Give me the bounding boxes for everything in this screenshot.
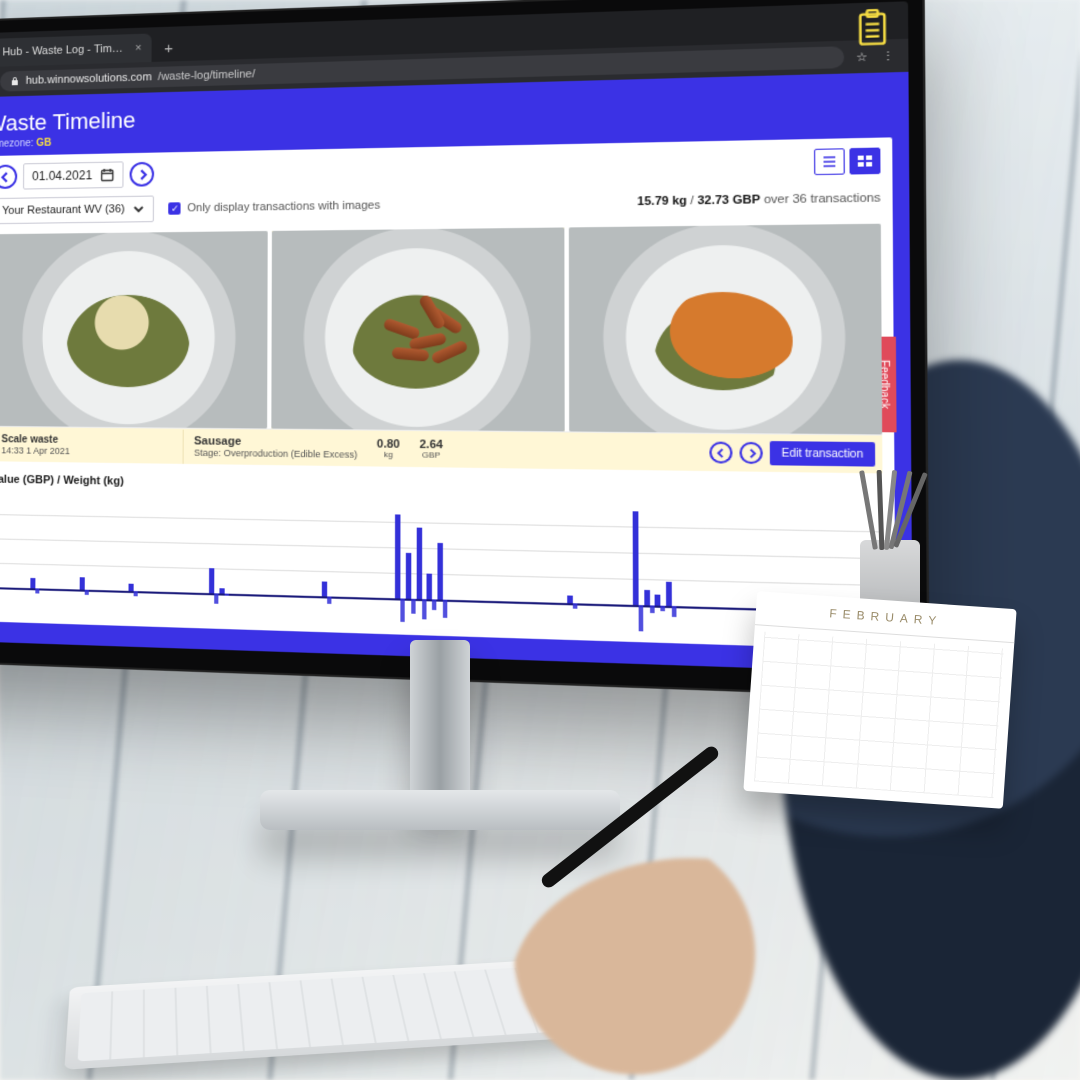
view-grid-button[interactable] — [849, 148, 880, 175]
selection-timestamp: 14:33 1 Apr 2021 — [1, 445, 172, 457]
summary-suffix: over 36 transactions — [764, 192, 881, 207]
timeline-card: Feedback 01.04.2021 — [0, 137, 896, 650]
timezone-value: GB — [36, 138, 51, 149]
date-value: 01.04.2021 — [32, 168, 92, 183]
date-prev-button[interactable] — [0, 164, 17, 189]
selection-stage: Stage: Overproduction (Edible Excess) — [194, 447, 358, 459]
cost-value: 2.64 — [420, 438, 443, 451]
image-gallery — [0, 224, 882, 435]
waste-image-selected[interactable] — [271, 227, 564, 431]
images-only-label: Only display transactions with images — [187, 199, 380, 214]
cost-unit: GBP — [422, 451, 440, 461]
date-input[interactable]: 01.04.2021 — [23, 161, 124, 189]
desk-calendar: FEBRUARY — [743, 591, 1016, 809]
images-only-toggle[interactable]: ✓ Only display transactions with images — [169, 199, 380, 214]
star-icon[interactable]: ☆ — [854, 49, 871, 65]
value-weight-chart: 0123 — [0, 490, 884, 639]
tab-title: Winnow Hub - Waste Log - Tim… — [0, 43, 123, 60]
timezone-label: Timezone: — [0, 138, 34, 150]
site-selector[interactable]: Your Restaurant WV (36) — [0, 196, 154, 225]
url-host: hub.winnowsolutions.com — [26, 71, 152, 87]
waste-image[interactable] — [0, 231, 268, 429]
prev-transaction-button[interactable] — [709, 442, 732, 464]
site-selector-value: Your Restaurant WV (36) — [2, 203, 125, 217]
close-tab-icon[interactable]: × — [135, 42, 142, 54]
checkbox-icon: ✓ — [169, 202, 181, 214]
summary-value: 32.73 GBP — [697, 193, 760, 207]
menu-icon[interactable]: ⋮ — [880, 48, 897, 64]
edit-transaction-button[interactable]: Edit transaction — [770, 441, 875, 467]
url-path: /waste-log/timeline/ — [158, 68, 255, 83]
chevron-down-icon — [133, 203, 145, 215]
summary-text: 15.79 kg / 32.73 GBP over 36 transaction… — [637, 192, 880, 209]
selection-weight: 0.80 kg — [377, 438, 400, 460]
date-next-button[interactable] — [130, 162, 155, 187]
selection-cost: 2.64 GBP — [420, 438, 443, 460]
lock-icon — [10, 76, 20, 86]
waste-image[interactable] — [569, 224, 882, 435]
new-tab-button[interactable]: + — [156, 40, 181, 62]
clipboard-icon[interactable] — [856, 9, 890, 47]
next-transaction-button[interactable] — [740, 442, 763, 464]
weight-unit: kg — [384, 450, 393, 459]
view-list-button[interactable] — [814, 148, 845, 175]
weight-value: 0.80 — [377, 438, 400, 451]
desk-pencil-cup — [830, 470, 950, 610]
summary-weight: 15.79 kg — [637, 195, 687, 209]
calendar-icon — [100, 168, 114, 182]
